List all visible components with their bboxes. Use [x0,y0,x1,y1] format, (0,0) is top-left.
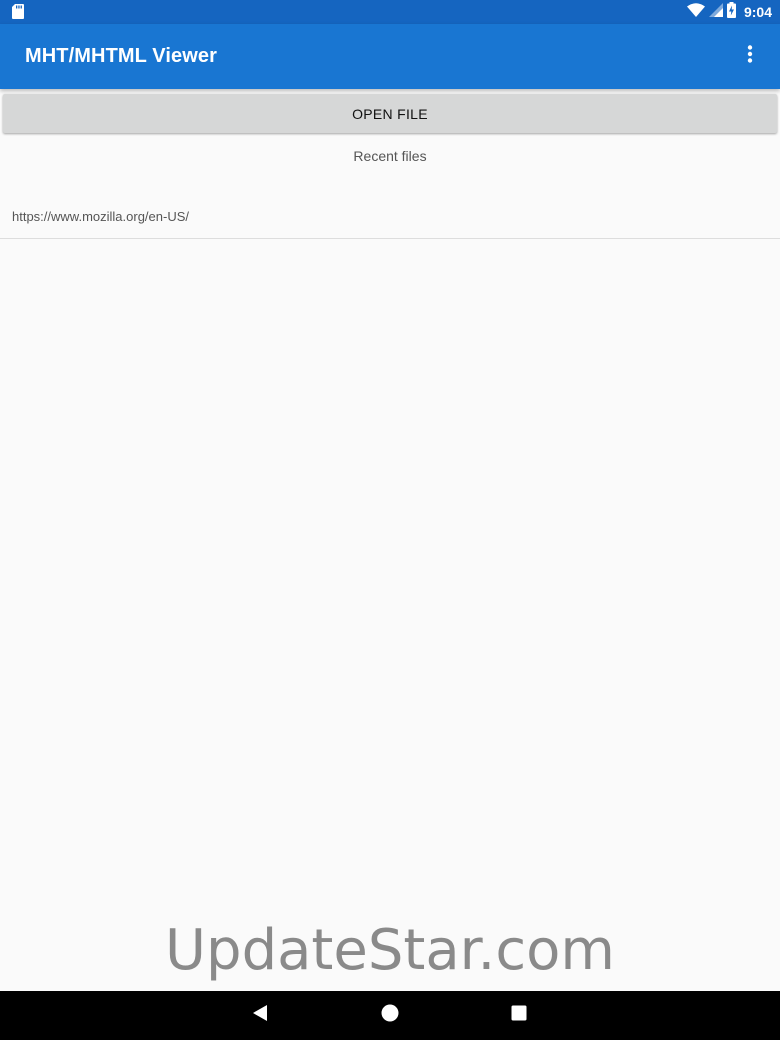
recent-file-item[interactable]: https://www.mozilla.org/en-US/ [0,196,780,239]
app-title: MHT/MHTML Viewer [25,45,217,67]
battery-charging-icon [726,1,736,23]
status-time: 9:04 [743,4,772,20]
watermark: UpdateStar.com [165,918,615,983]
more-vert-icon [747,44,753,68]
signal-icon [708,2,723,22]
recent-files-heading: Recent files [353,148,427,164]
recents-button[interactable] [507,1003,531,1027]
navigation-bar [0,991,780,1040]
back-icon [252,1004,268,1027]
recent-file-path: https://www.mozilla.org/en-US/ [12,209,190,224]
sd-card-icon [12,4,24,24]
open-file-button[interactable]: OPEN FILE [3,94,777,133]
app-bar: MHT/MHTML Viewer [0,24,780,89]
wifi-icon [686,2,705,22]
status-icons: 9:04 [686,0,772,24]
recents-icon [511,1005,527,1026]
home-icon [381,1004,399,1027]
back-button[interactable] [248,1003,272,1027]
home-button[interactable] [378,1003,402,1027]
more-options-button[interactable] [734,40,766,72]
status-bar: 9:04 [0,0,780,24]
